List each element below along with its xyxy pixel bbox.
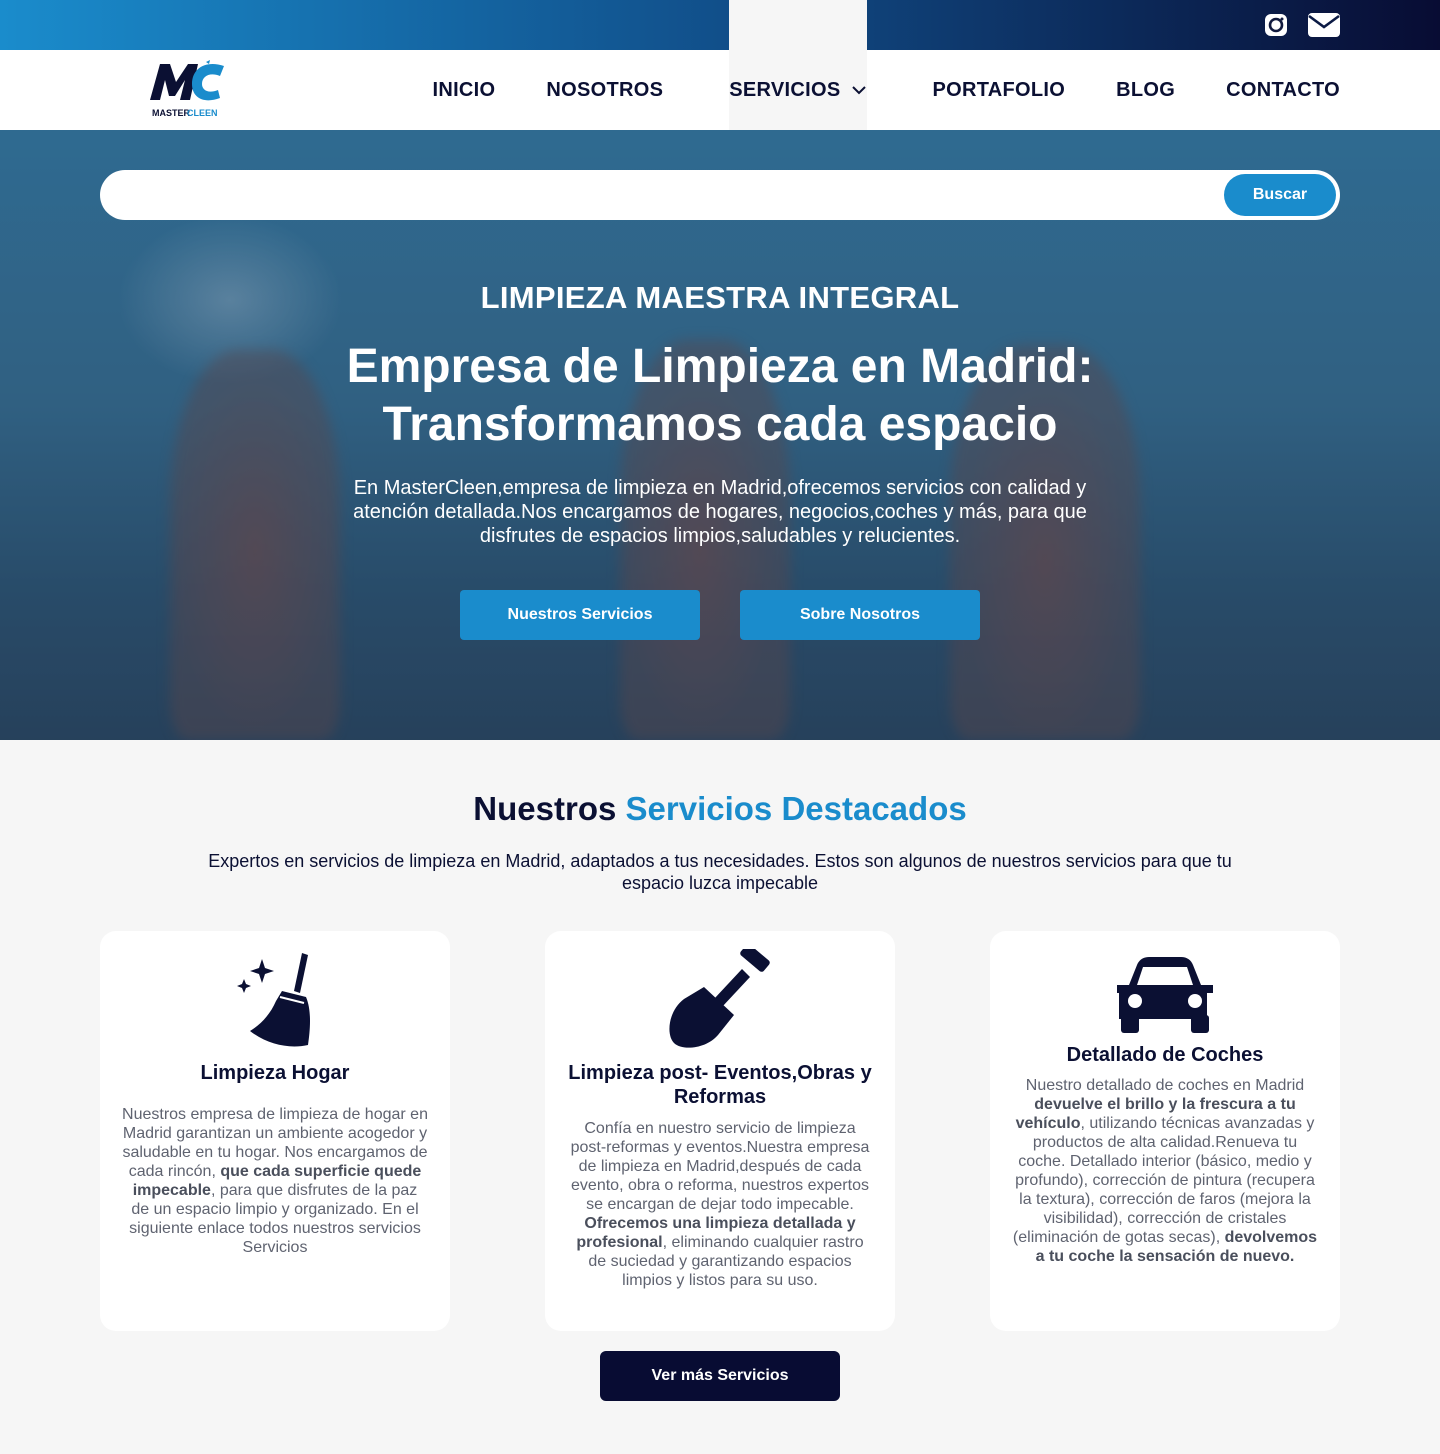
nav-menu: INICIO NOSOTROS SERVICIOS PORTAFOLIO BLO… [432, 0, 1340, 447]
social-icons [1260, 10, 1340, 40]
nav-inicio[interactable]: INICIO [432, 79, 495, 102]
search-bar: Buscar [100, 170, 1340, 220]
service-card-title: Detallado de Coches [1066, 1044, 1264, 1066]
shovel-icon [545, 949, 895, 1051]
service-card-hogar[interactable]: Limpieza Hogar Nuestros empresa de limpi… [100, 931, 450, 1331]
svg-text:MASTER: MASTER [152, 108, 191, 118]
mail-icon[interactable] [1308, 10, 1340, 40]
nav-blog[interactable]: BLOG [1116, 79, 1175, 102]
service-card-text-c: , utilizando técnicas avanzadas y produc… [1012, 1115, 1315, 1246]
service-card-title: Limpieza Hogar [200, 1062, 350, 1084]
services-title-part2: Servicios Destacados [625, 790, 967, 827]
services-title: Nuestros Servicios Destacados [0, 790, 1440, 828]
service-card-coches[interactable]: Detallado de Coches Nuestro detallado de… [990, 931, 1340, 1331]
hero-kicker: LIMPIEZA MAESTRA INTEGRAL [480, 280, 960, 315]
hero-headline: Empresa de Limpieza en Madrid: Transform… [0, 338, 1440, 454]
service-card-text-a: Confía en nuestro servicio de limpieza p… [570, 1120, 870, 1213]
our-services-button[interactable]: Nuestros Servicios [460, 590, 700, 640]
instagram-icon[interactable] [1260, 10, 1292, 40]
services-title-part1: Nuestros [473, 790, 617, 827]
service-card-post-eventos[interactable]: Limpieza post- Eventos,Obras y Reformas … [545, 931, 895, 1331]
main-navbar: MASTER CLEEN INICIO NOSOTROS SERVICIOS P… [0, 0, 1440, 447]
hero-headline-line1: Empresa de Limpieza en Madrid: [346, 340, 1094, 393]
services-subtitle: Expertos en servicios de limpieza en Mad… [208, 851, 1232, 893]
more-services-button[interactable]: Ver más Servicios [600, 1351, 840, 1401]
nav-nosotros[interactable]: NOSOTROS [546, 79, 663, 102]
search-button[interactable]: Buscar [1224, 174, 1336, 216]
nav-servicios-label: SERVICIOS [729, 78, 841, 101]
svg-text:CLEEN: CLEEN [187, 108, 218, 118]
service-card-text: Nuestro detallado de coches en Madrid de… [1012, 1076, 1318, 1266]
broom-sparkle-icon [100, 949, 450, 1051]
hero-headline-line2: Transformamos cada espacio [382, 398, 1058, 451]
nav-contacto[interactable]: CONTACTO [1226, 79, 1340, 102]
search-input[interactable] [124, 180, 1204, 210]
hero-section: Buscar LIMPIEZA MAESTRA INTEGRAL Empresa… [0, 130, 1440, 740]
featured-services-section: Nuestros Servicios Destacados Expertos e… [0, 740, 1440, 1454]
nav-portafolio[interactable]: PORTAFOLIO [933, 79, 1066, 102]
service-card-title: Limpieza post- Eventos,Obras y Reformas [568, 1062, 872, 1108]
chevron-down-icon [851, 86, 866, 95]
service-card-text: Nuestros empresa de limpieza de hogar en… [122, 1105, 428, 1257]
hero-lead: En MasterCleen,empresa de limpieza en Ma… [353, 477, 1087, 547]
car-icon [990, 957, 1340, 1033]
service-card-text: Confía en nuestro servicio de limpieza p… [567, 1119, 873, 1290]
top-bar [0, 0, 1440, 50]
about-us-button[interactable]: Sobre Nosotros [740, 590, 980, 640]
service-card-text-a: Nuestro detallado de coches en Madrid [1025, 1077, 1305, 1094]
mastercleen-logo[interactable]: MASTER CLEEN [146, 58, 230, 122]
